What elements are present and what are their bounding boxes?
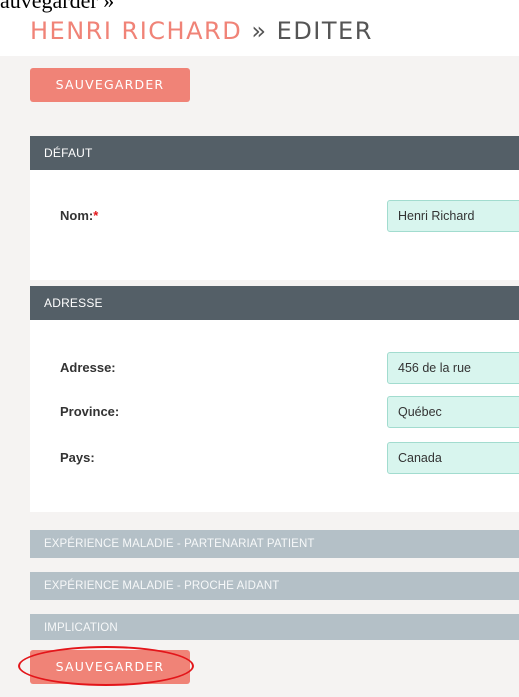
province-input[interactable] bbox=[387, 396, 519, 428]
field-label-address: Adresse: bbox=[60, 360, 116, 375]
field-label-name: Nom:* bbox=[60, 208, 99, 223]
save-button-top[interactable]: SAUVEGARDER bbox=[30, 68, 190, 102]
save-button-bottom[interactable]: SAUVEGARDER bbox=[30, 650, 190, 684]
panel-default: DÉFAUT Nom:* bbox=[30, 136, 519, 280]
section-implication[interactable]: IMPLICATION bbox=[30, 614, 519, 640]
field-row-province: Province: bbox=[30, 396, 519, 430]
field-row-name: Nom:* bbox=[30, 200, 519, 234]
panel-address: ADRESSE Adresse: Province: Pays: bbox=[30, 286, 519, 512]
name-input[interactable] bbox=[387, 200, 519, 232]
clipped-caption: auvegarder » bbox=[0, 0, 115, 13]
field-row-address: Adresse: bbox=[30, 352, 519, 386]
field-label-country: Pays: bbox=[60, 450, 95, 465]
panel-default-header[interactable]: DÉFAUT bbox=[30, 136, 519, 170]
panel-address-header[interactable]: ADRESSE bbox=[30, 286, 519, 320]
address-input[interactable] bbox=[387, 352, 519, 384]
field-label-province: Province: bbox=[60, 404, 120, 419]
title-action: EDITER bbox=[276, 17, 373, 45]
field-row-country: Pays: bbox=[30, 442, 519, 476]
page-title: HENRI RICHARD » EDITER bbox=[30, 17, 373, 45]
country-input[interactable] bbox=[387, 442, 519, 474]
title-separator: » bbox=[251, 17, 268, 45]
required-marker: * bbox=[93, 208, 99, 223]
section-patient-partnership[interactable]: EXPÉRIENCE MALADIE - PARTENARIAT PATIENT bbox=[30, 530, 519, 558]
record-name[interactable]: HENRI RICHARD bbox=[30, 17, 242, 45]
section-caregiver[interactable]: EXPÉRIENCE MALADIE - PROCHE AIDANT bbox=[30, 572, 519, 600]
